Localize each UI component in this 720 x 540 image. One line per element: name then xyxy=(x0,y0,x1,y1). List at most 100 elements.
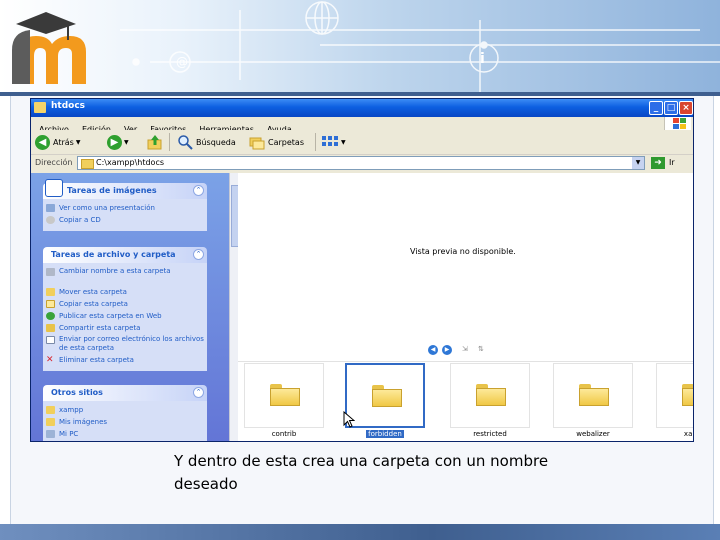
task-label: Copiar a CD xyxy=(59,216,101,224)
image-tasks-icon xyxy=(45,179,63,197)
up-folder-button[interactable] xyxy=(147,134,163,150)
toolbar-separator xyxy=(169,133,170,151)
task-email-files[interactable]: Enviar por correo electrónico los archiv… xyxy=(43,335,207,355)
task-publish-web[interactable]: Publicar esta carpeta en Web xyxy=(43,311,207,323)
file-tasks-title: Tareas de archivo y carpeta xyxy=(51,250,176,259)
image-tasks-title: Tareas de imágenes xyxy=(67,186,157,195)
share-folder-icon xyxy=(46,324,55,332)
address-input[interactable]: C:\xampp\htdocs ▼ xyxy=(77,156,645,170)
folder-thumbnail[interactable] xyxy=(450,363,530,428)
svg-text:@: @ xyxy=(176,55,188,69)
preview-message: Vista previa no disponible. xyxy=(410,247,516,256)
task-share-folder[interactable]: Compartir esta carpeta xyxy=(43,323,207,335)
minimize-button[interactable]: _ xyxy=(649,101,663,115)
folder-thumbnail[interactable] xyxy=(553,363,633,428)
folder-icon xyxy=(34,102,46,113)
collapse-icon[interactable]: ⌃ xyxy=(193,185,204,196)
rename-icon xyxy=(46,268,55,276)
mouse-pointer-icon xyxy=(343,411,355,428)
task-label: Copiar esta carpeta xyxy=(59,300,128,308)
search-button[interactable]: Búsqueda xyxy=(177,134,236,150)
slideshow-icon xyxy=(46,204,55,212)
maximize-button[interactable]: □ xyxy=(664,101,678,115)
place-label: Mis imágenes xyxy=(59,418,108,426)
envelope-icon xyxy=(46,336,55,344)
delete-x-icon: ✕ xyxy=(46,355,54,365)
folder-icon xyxy=(476,384,506,406)
pictures-folder-icon xyxy=(46,418,55,426)
cd-icon xyxy=(46,216,55,224)
svg-text:i: i xyxy=(480,51,485,67)
place-label: xampp xyxy=(59,406,84,414)
folder-icon xyxy=(372,385,402,407)
back-label: Atrás xyxy=(53,137,74,147)
go-arrow-icon[interactable]: ➜ xyxy=(651,157,665,169)
address-label: Dirección xyxy=(35,158,73,167)
folder-label[interactable]: webalizer xyxy=(553,430,633,438)
zoom-icon[interactable]: ⇲ xyxy=(462,345,472,353)
task-rename-folder[interactable]: Cambiar nombre a esta carpeta xyxy=(43,267,207,287)
place-my-pictures[interactable]: Mis imágenes xyxy=(43,417,207,429)
preview-controls: ◀ ▶ ⇲ ⇅ xyxy=(428,336,488,355)
folder-icon xyxy=(46,406,55,414)
place-label: Mi PC xyxy=(59,430,79,438)
toolbar: ◀ Atrás ▼ ▶ ▼ Búsqueda Carpetas ▼ xyxy=(31,130,693,155)
place-my-computer[interactable]: Mi PC xyxy=(43,429,207,441)
folder-label-selected[interactable]: forbidden xyxy=(345,430,425,438)
moodle-logo xyxy=(12,12,86,84)
rotate-icon[interactable]: ⇅ xyxy=(478,345,488,353)
folder-thumbnail-selected[interactable] xyxy=(345,363,425,428)
folder-thumbnail[interactable] xyxy=(244,363,324,428)
slide-header: @ i xyxy=(0,0,720,92)
image-tasks-header[interactable]: Tareas de imágenes ⌃ xyxy=(43,179,207,199)
collapse-icon[interactable]: ⌃ xyxy=(193,249,204,260)
file-tasks-header[interactable]: Tareas de archivo y carpeta ⌃ xyxy=(43,247,207,263)
folder-label[interactable]: contrib xyxy=(244,430,324,438)
task-move-folder[interactable]: Mover esta carpeta xyxy=(43,287,207,299)
folders-button[interactable]: Carpetas xyxy=(249,134,304,150)
task-label: Enviar por correo electrónico los archiv… xyxy=(59,335,204,352)
folder-icon xyxy=(682,384,693,406)
back-button[interactable]: ◀ Atrás ▼ xyxy=(35,134,80,150)
chevron-down-icon: ▼ xyxy=(341,138,346,146)
circuit-decoration: @ i xyxy=(120,1,720,92)
other-places-header[interactable]: Otros sitios ⌃ xyxy=(43,385,207,401)
chevron-down-icon: ▼ xyxy=(75,138,81,146)
other-places-title: Otros sitios xyxy=(51,388,103,397)
folder-thumbnail[interactable] xyxy=(656,363,693,428)
task-label: Ver como una presentación xyxy=(59,204,155,212)
place-xampp[interactable]: xampp xyxy=(43,405,207,417)
collapse-icon[interactable]: ⌃ xyxy=(193,387,204,398)
chevron-down-icon[interactable]: ▼ xyxy=(632,157,644,169)
menu-bar: Archivo Edición Ver Favoritos Herramient… xyxy=(31,117,693,134)
search-label: Búsqueda xyxy=(196,137,236,147)
task-delete-folder[interactable]: ✕ Eliminar esta carpeta xyxy=(43,355,207,367)
window-title: htdocs xyxy=(51,101,86,111)
address-path: C:\xampp\htdocs xyxy=(96,158,165,167)
folder-label[interactable]: restricted xyxy=(450,430,530,438)
task-label: Compartir esta carpeta xyxy=(59,324,141,332)
up-folder-icon xyxy=(147,135,162,150)
task-pane: Tareas de imágenes ⌃ Ver como una presen… xyxy=(31,173,229,441)
task-copy-cd[interactable]: Copiar a CD xyxy=(43,215,207,227)
go-button[interactable]: Ir xyxy=(669,158,675,167)
task-slideshow[interactable]: Ver como una presentación xyxy=(43,203,207,215)
slide-footer xyxy=(0,524,720,540)
forward-button[interactable]: ▶ ▼ xyxy=(107,134,129,150)
task-copy-folder[interactable]: Copiar esta carpeta xyxy=(43,299,207,311)
close-button[interactable]: × xyxy=(679,101,693,115)
window-titlebar[interactable]: htdocs _ □ × xyxy=(31,99,693,117)
back-arrow-icon: ◀ xyxy=(35,134,50,150)
folder-icon xyxy=(270,384,300,406)
other-places-panel: Otros sitios ⌃ xampp Mis imágenes Mi PC xyxy=(43,385,207,441)
copy-folder-icon xyxy=(46,300,55,308)
views-button[interactable]: ▼ xyxy=(321,134,346,150)
next-image-icon[interactable]: ▶ xyxy=(442,345,452,355)
folder-label[interactable]: xampp xyxy=(656,430,693,438)
windows-logo-icon xyxy=(664,117,691,130)
views-grid-icon xyxy=(322,136,338,146)
previous-image-icon[interactable]: ◀ xyxy=(428,345,438,355)
toolbar-separator xyxy=(315,133,316,151)
search-icon xyxy=(178,135,193,150)
folders-label: Carpetas xyxy=(268,137,304,147)
